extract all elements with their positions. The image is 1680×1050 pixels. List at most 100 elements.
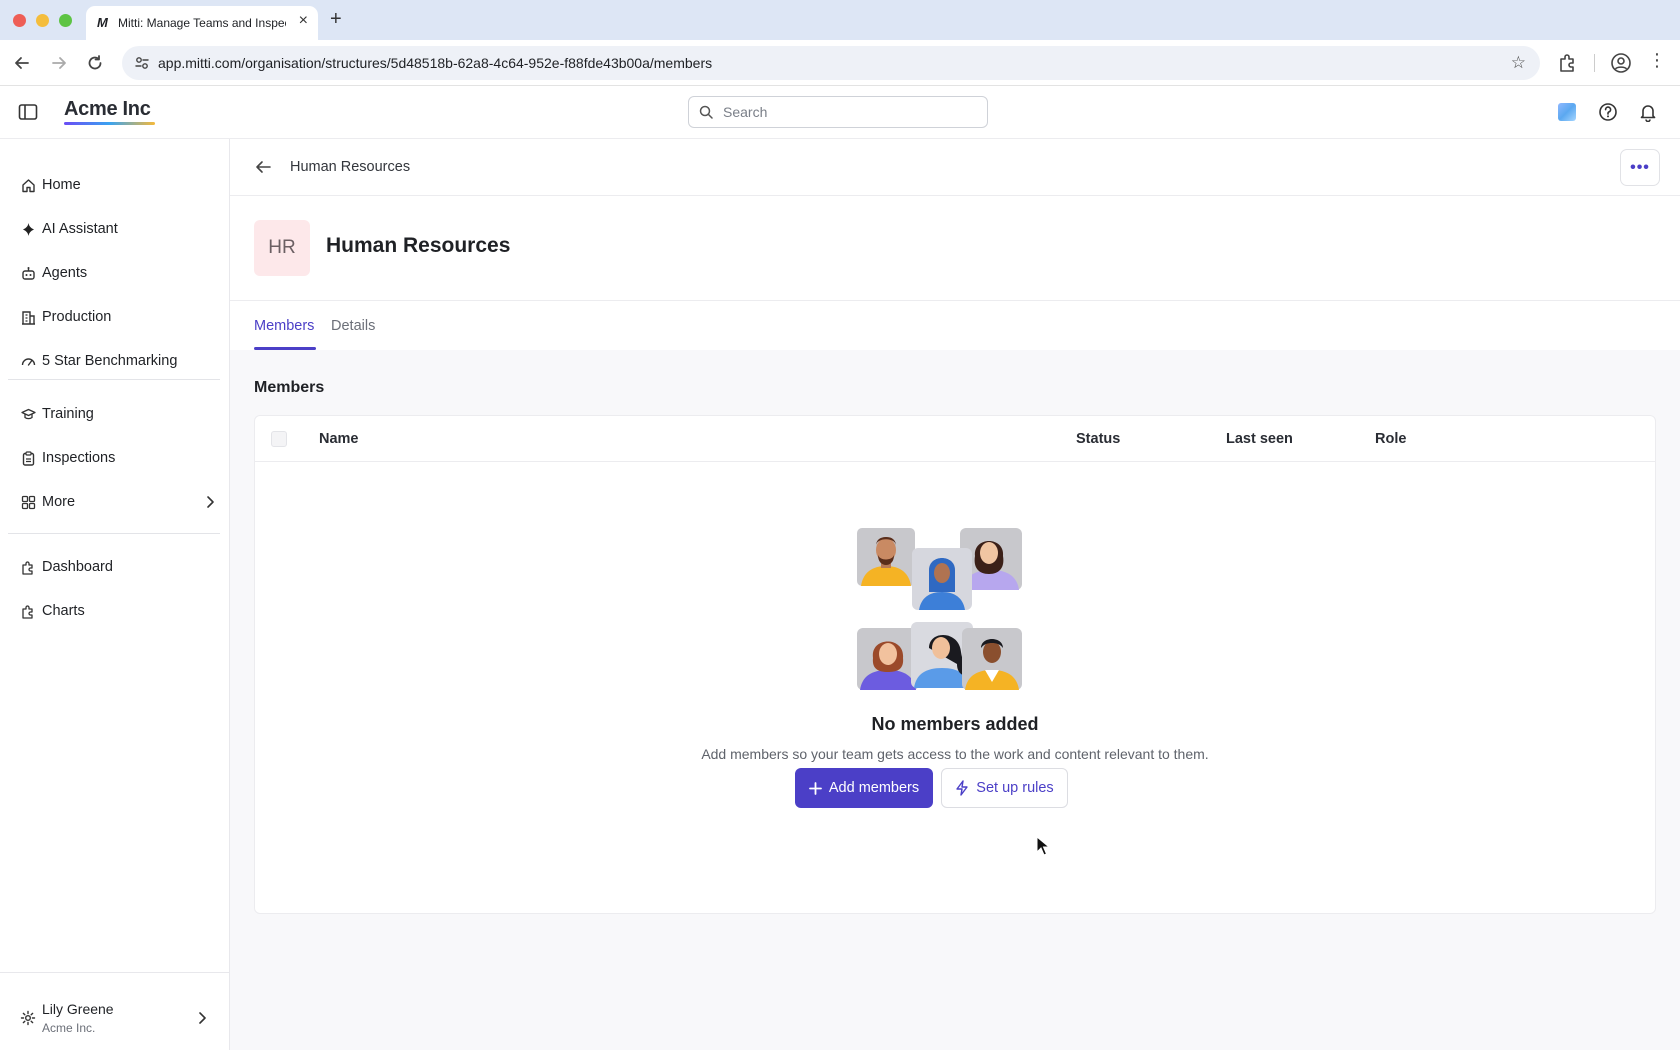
address-bar[interactable]: app.mitti.com/organisation/structures/5d… bbox=[122, 46, 1540, 80]
team-avatar: HR bbox=[254, 220, 310, 276]
arrow-left-icon bbox=[15, 57, 29, 69]
search-input[interactable] bbox=[723, 97, 973, 127]
search-icon bbox=[699, 105, 713, 119]
sidebar-item-label: Agents bbox=[42, 265, 88, 281]
sidebar-item-label: Training bbox=[42, 406, 94, 422]
sidebar-toggle-icon[interactable] bbox=[18, 103, 38, 121]
table-header: Name Status Last seen Role bbox=[255, 416, 1655, 462]
user-menu[interactable]: Lily Greene Acme Inc. bbox=[0, 972, 229, 1050]
sparkle-icon bbox=[20, 221, 36, 237]
set-up-rules-button[interactable]: Set up rules bbox=[941, 768, 1068, 808]
page-title: Human Resources bbox=[326, 234, 511, 257]
gauge-icon bbox=[20, 353, 36, 369]
team-header: HR Human Resources bbox=[230, 196, 1680, 301]
members-table: Name Status Last seen Role No members ad… bbox=[254, 415, 1656, 914]
browser-forward-button[interactable] bbox=[46, 50, 72, 76]
section-title: Members bbox=[254, 379, 325, 396]
tab-title: Mitti: Manage Teams and Inspections bbox=[118, 16, 286, 30]
user-org: Acme Inc. bbox=[42, 1021, 96, 1035]
arrow-right-icon bbox=[52, 57, 66, 69]
breadcrumb-title: Human Resources bbox=[290, 159, 411, 175]
sidebar-item-label: Home bbox=[42, 177, 81, 193]
select-all-checkbox[interactable] bbox=[271, 431, 287, 447]
brand-logo[interactable]: Acme Inc bbox=[64, 98, 151, 121]
browser-menu-icon[interactable]: ⋮ bbox=[1648, 50, 1666, 71]
sidebar-item-label: Production bbox=[42, 309, 112, 325]
tab-details[interactable]: Details bbox=[331, 318, 375, 334]
bell-icon[interactable] bbox=[1638, 102, 1658, 122]
column-header-last-seen[interactable]: Last seen bbox=[1226, 431, 1293, 447]
lightning-icon bbox=[955, 780, 969, 796]
sidebar-item-5-star-benchmarking[interactable]: 5 Star Benchmarking bbox=[20, 347, 216, 375]
site-settings-icon[interactable] bbox=[134, 55, 150, 71]
profile-icon[interactable] bbox=[1610, 52, 1632, 74]
extensions-puzzle-icon[interactable] bbox=[1556, 52, 1578, 74]
ellipsis-icon: ••• bbox=[1630, 158, 1650, 176]
chevron-right-icon bbox=[207, 496, 214, 508]
sidebar-item-production[interactable]: Production bbox=[20, 303, 216, 331]
sidebar-item-charts[interactable]: Charts bbox=[20, 597, 216, 625]
browser-reload-button[interactable] bbox=[82, 50, 108, 76]
tab-members[interactable]: Members bbox=[254, 318, 314, 334]
chevron-right-icon bbox=[199, 1012, 206, 1024]
set-up-rules-label: Set up rules bbox=[976, 780, 1054, 796]
column-header-role[interactable]: Role bbox=[1375, 431, 1406, 447]
sidebar-item-label: Charts bbox=[42, 603, 85, 619]
sidebar-item-home[interactable]: Home bbox=[20, 171, 216, 199]
toolbar-separator bbox=[1594, 54, 1595, 72]
new-tab-button[interactable]: + bbox=[330, 8, 342, 31]
home-icon bbox=[20, 177, 36, 193]
window-close-button[interactable] bbox=[13, 14, 26, 27]
graduation-cap-icon bbox=[20, 406, 36, 422]
reload-icon bbox=[88, 55, 102, 70]
sidebar-item-agents[interactable]: Agents bbox=[20, 259, 216, 287]
add-members-label: Add members bbox=[828, 780, 920, 796]
help-icon[interactable] bbox=[1598, 102, 1618, 122]
empty-state-description: Add members so your team gets access to … bbox=[701, 746, 1209, 762]
sidebar-item-more[interactable]: More bbox=[20, 488, 216, 516]
browser-tab-bar: M Mitti: Manage Teams and Inspections × … bbox=[0, 0, 1680, 40]
ai-sparkle-icon[interactable] bbox=[1558, 103, 1576, 121]
bookmark-star-icon[interactable]: ☆ bbox=[1511, 53, 1526, 73]
browser-back-button[interactable] bbox=[9, 50, 35, 76]
puzzle-icon bbox=[20, 559, 36, 575]
empty-state-title: No members added bbox=[871, 714, 1039, 734]
gear-icon bbox=[20, 1010, 36, 1026]
sidebar-item-training[interactable]: Training bbox=[20, 400, 216, 428]
sidebar-item-label: Inspections bbox=[42, 450, 116, 466]
back-arrow-icon[interactable] bbox=[254, 159, 272, 175]
user-name: Lily Greene bbox=[42, 1001, 114, 1017]
column-header-name[interactable]: Name bbox=[319, 431, 359, 447]
window-maximize-button[interactable] bbox=[59, 14, 72, 27]
sidebar-item-label: More bbox=[42, 494, 76, 510]
sidebar-item-dashboard[interactable]: Dashboard bbox=[20, 553, 216, 581]
sidebar-item-label: AI Assistant bbox=[42, 221, 118, 237]
search-box[interactable] bbox=[688, 96, 988, 128]
main-content: Human Resources ••• HR Human Resources M… bbox=[230, 139, 1680, 1050]
breadcrumb: Human Resources ••• bbox=[230, 139, 1680, 196]
column-header-status[interactable]: Status bbox=[1076, 431, 1120, 447]
sidebar-item-label: 5 Star Benchmarking bbox=[42, 353, 178, 369]
sidebar-divider bbox=[8, 533, 220, 534]
sidebar-item-label: Dashboard bbox=[42, 559, 113, 575]
sidebar-divider bbox=[8, 379, 220, 380]
plus-icon bbox=[808, 781, 822, 795]
tab-favicon-icon: M bbox=[97, 15, 108, 30]
active-tab-indicator bbox=[254, 347, 316, 350]
tab-close-icon[interactable]: × bbox=[299, 12, 308, 30]
app-header: Acme Inc bbox=[0, 86, 1680, 139]
brand-underline bbox=[64, 122, 155, 125]
sidebar-item-inspections[interactable]: Inspections bbox=[20, 444, 216, 472]
sidebar-item-ai-assistant[interactable]: AI Assistant bbox=[20, 215, 216, 243]
mouse-cursor-icon bbox=[1036, 836, 1050, 856]
add-members-button[interactable]: Add members bbox=[795, 768, 933, 808]
robot-icon bbox=[20, 265, 36, 281]
grid-icon bbox=[20, 494, 36, 510]
browser-tab[interactable]: M Mitti: Manage Teams and Inspections × bbox=[86, 6, 318, 40]
more-options-button[interactable]: ••• bbox=[1620, 149, 1660, 186]
sidebar: Home AI Assistant Agents Production 5 St… bbox=[0, 139, 230, 1050]
building-icon bbox=[20, 309, 36, 325]
puzzle-icon bbox=[20, 603, 36, 619]
window-minimize-button[interactable] bbox=[36, 14, 49, 27]
browser-toolbar: app.mitti.com/organisation/structures/5d… bbox=[0, 40, 1680, 86]
